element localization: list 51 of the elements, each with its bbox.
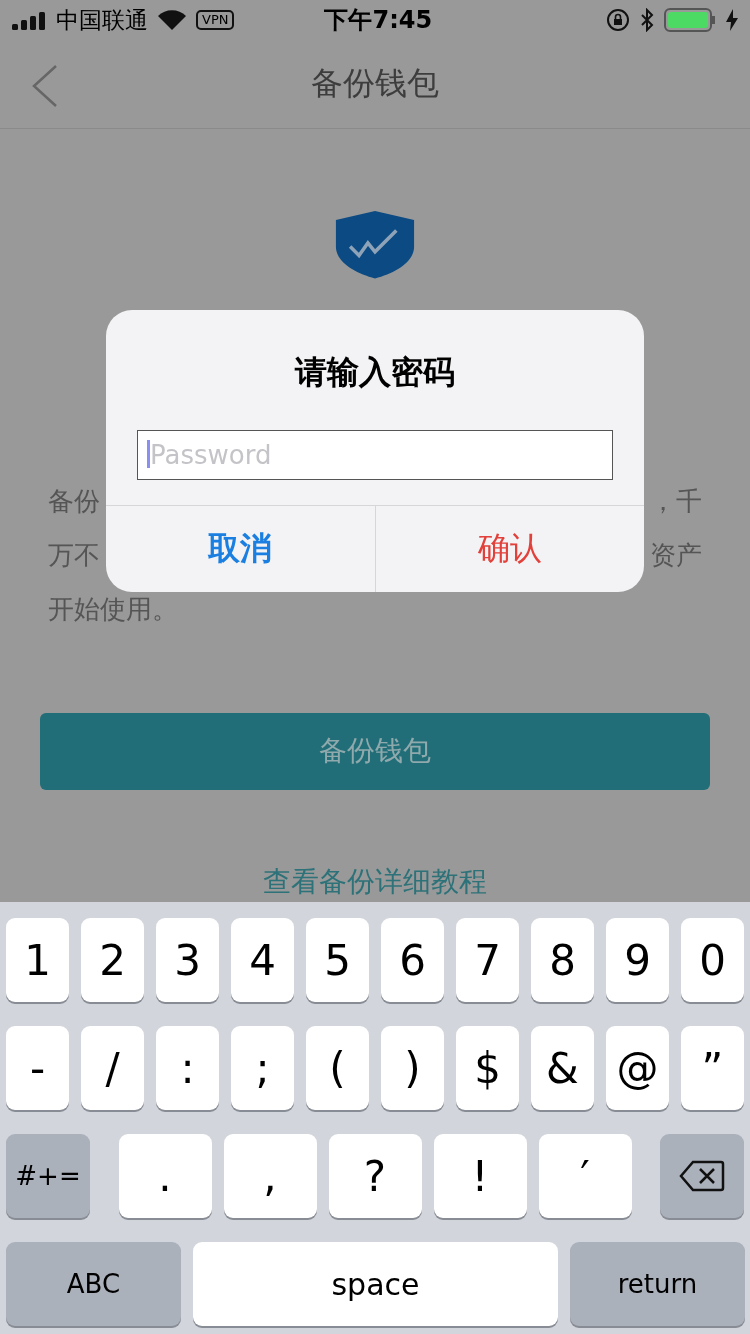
keyboard-key[interactable]: #+=: [6, 1134, 90, 1218]
keyboard-key[interactable]: /: [81, 1026, 144, 1110]
rotation-lock-icon: [606, 8, 630, 32]
keyboard-key[interactable]: 8: [531, 918, 594, 1002]
paragraph-text: 资产: [650, 539, 702, 572]
keyboard-key[interactable]: 2: [81, 918, 144, 1002]
paragraph-text: ，千: [650, 485, 702, 518]
signal-icon: [12, 10, 46, 30]
keyboard-key[interactable]: 6: [381, 918, 444, 1002]
keyboard-key[interactable]: 0: [681, 918, 744, 1002]
status-time: 下午7:45: [324, 5, 434, 36]
keyboard-key[interactable]: ABC: [6, 1242, 181, 1326]
keyboard-key[interactable]: 3: [156, 918, 219, 1002]
keyboard-key[interactable]: @: [606, 1026, 669, 1110]
keyboard-key[interactable]: ′: [538, 1134, 632, 1218]
keyboard-key[interactable]: ?: [328, 1134, 422, 1218]
paragraph-text: 备份: [48, 485, 100, 518]
vpn-badge: VPN: [196, 10, 235, 30]
keyboard-key[interactable]: ): [381, 1026, 444, 1110]
confirm-button[interactable]: 确认: [374, 506, 644, 592]
keyboard-key[interactable]: !: [433, 1134, 527, 1218]
keyboard-key[interactable]: ”: [681, 1026, 744, 1110]
paragraph-text: 开始使用。: [48, 593, 178, 626]
keyboard-key[interactable]: &: [531, 1026, 594, 1110]
cancel-button[interactable]: 取消: [106, 506, 375, 592]
carrier-name: 中国联通: [56, 5, 148, 35]
backspace-icon: [679, 1160, 725, 1192]
keyboard-key[interactable]: 9: [606, 918, 669, 1002]
keyboard-key[interactable]: :: [156, 1026, 219, 1110]
keyboard-key[interactable]: $: [456, 1026, 519, 1110]
keyboard-key[interactable]: 1: [6, 918, 69, 1002]
paragraph-text: 万不: [48, 539, 100, 572]
keyboard-key[interactable]: .: [118, 1134, 212, 1218]
keyboard-key[interactable]: ;: [231, 1026, 294, 1110]
keyboard-key[interactable]: ,: [223, 1134, 317, 1218]
text-cursor: [147, 440, 150, 468]
bluetooth-icon: [640, 8, 654, 32]
keyboard-key[interactable]: (: [306, 1026, 369, 1110]
password-field[interactable]: Password: [137, 430, 613, 480]
keyboard-key[interactable]: 4: [231, 918, 294, 1002]
nav-title: 备份钱包: [311, 63, 439, 104]
dialog-title: 请输入密码: [295, 352, 455, 392]
charging-bolt-icon: [726, 9, 738, 31]
keyboard-key[interactable]: -: [6, 1026, 69, 1110]
keyboard-key[interactable]: return: [570, 1242, 745, 1326]
keyboard-key[interactable]: 5: [306, 918, 369, 1002]
keyboard-key[interactable]: 7: [456, 918, 519, 1002]
backspace-key[interactable]: [660, 1134, 744, 1218]
space-key[interactable]: space: [193, 1242, 558, 1326]
battery-icon: [664, 8, 716, 32]
wifi-icon: [158, 10, 186, 30]
